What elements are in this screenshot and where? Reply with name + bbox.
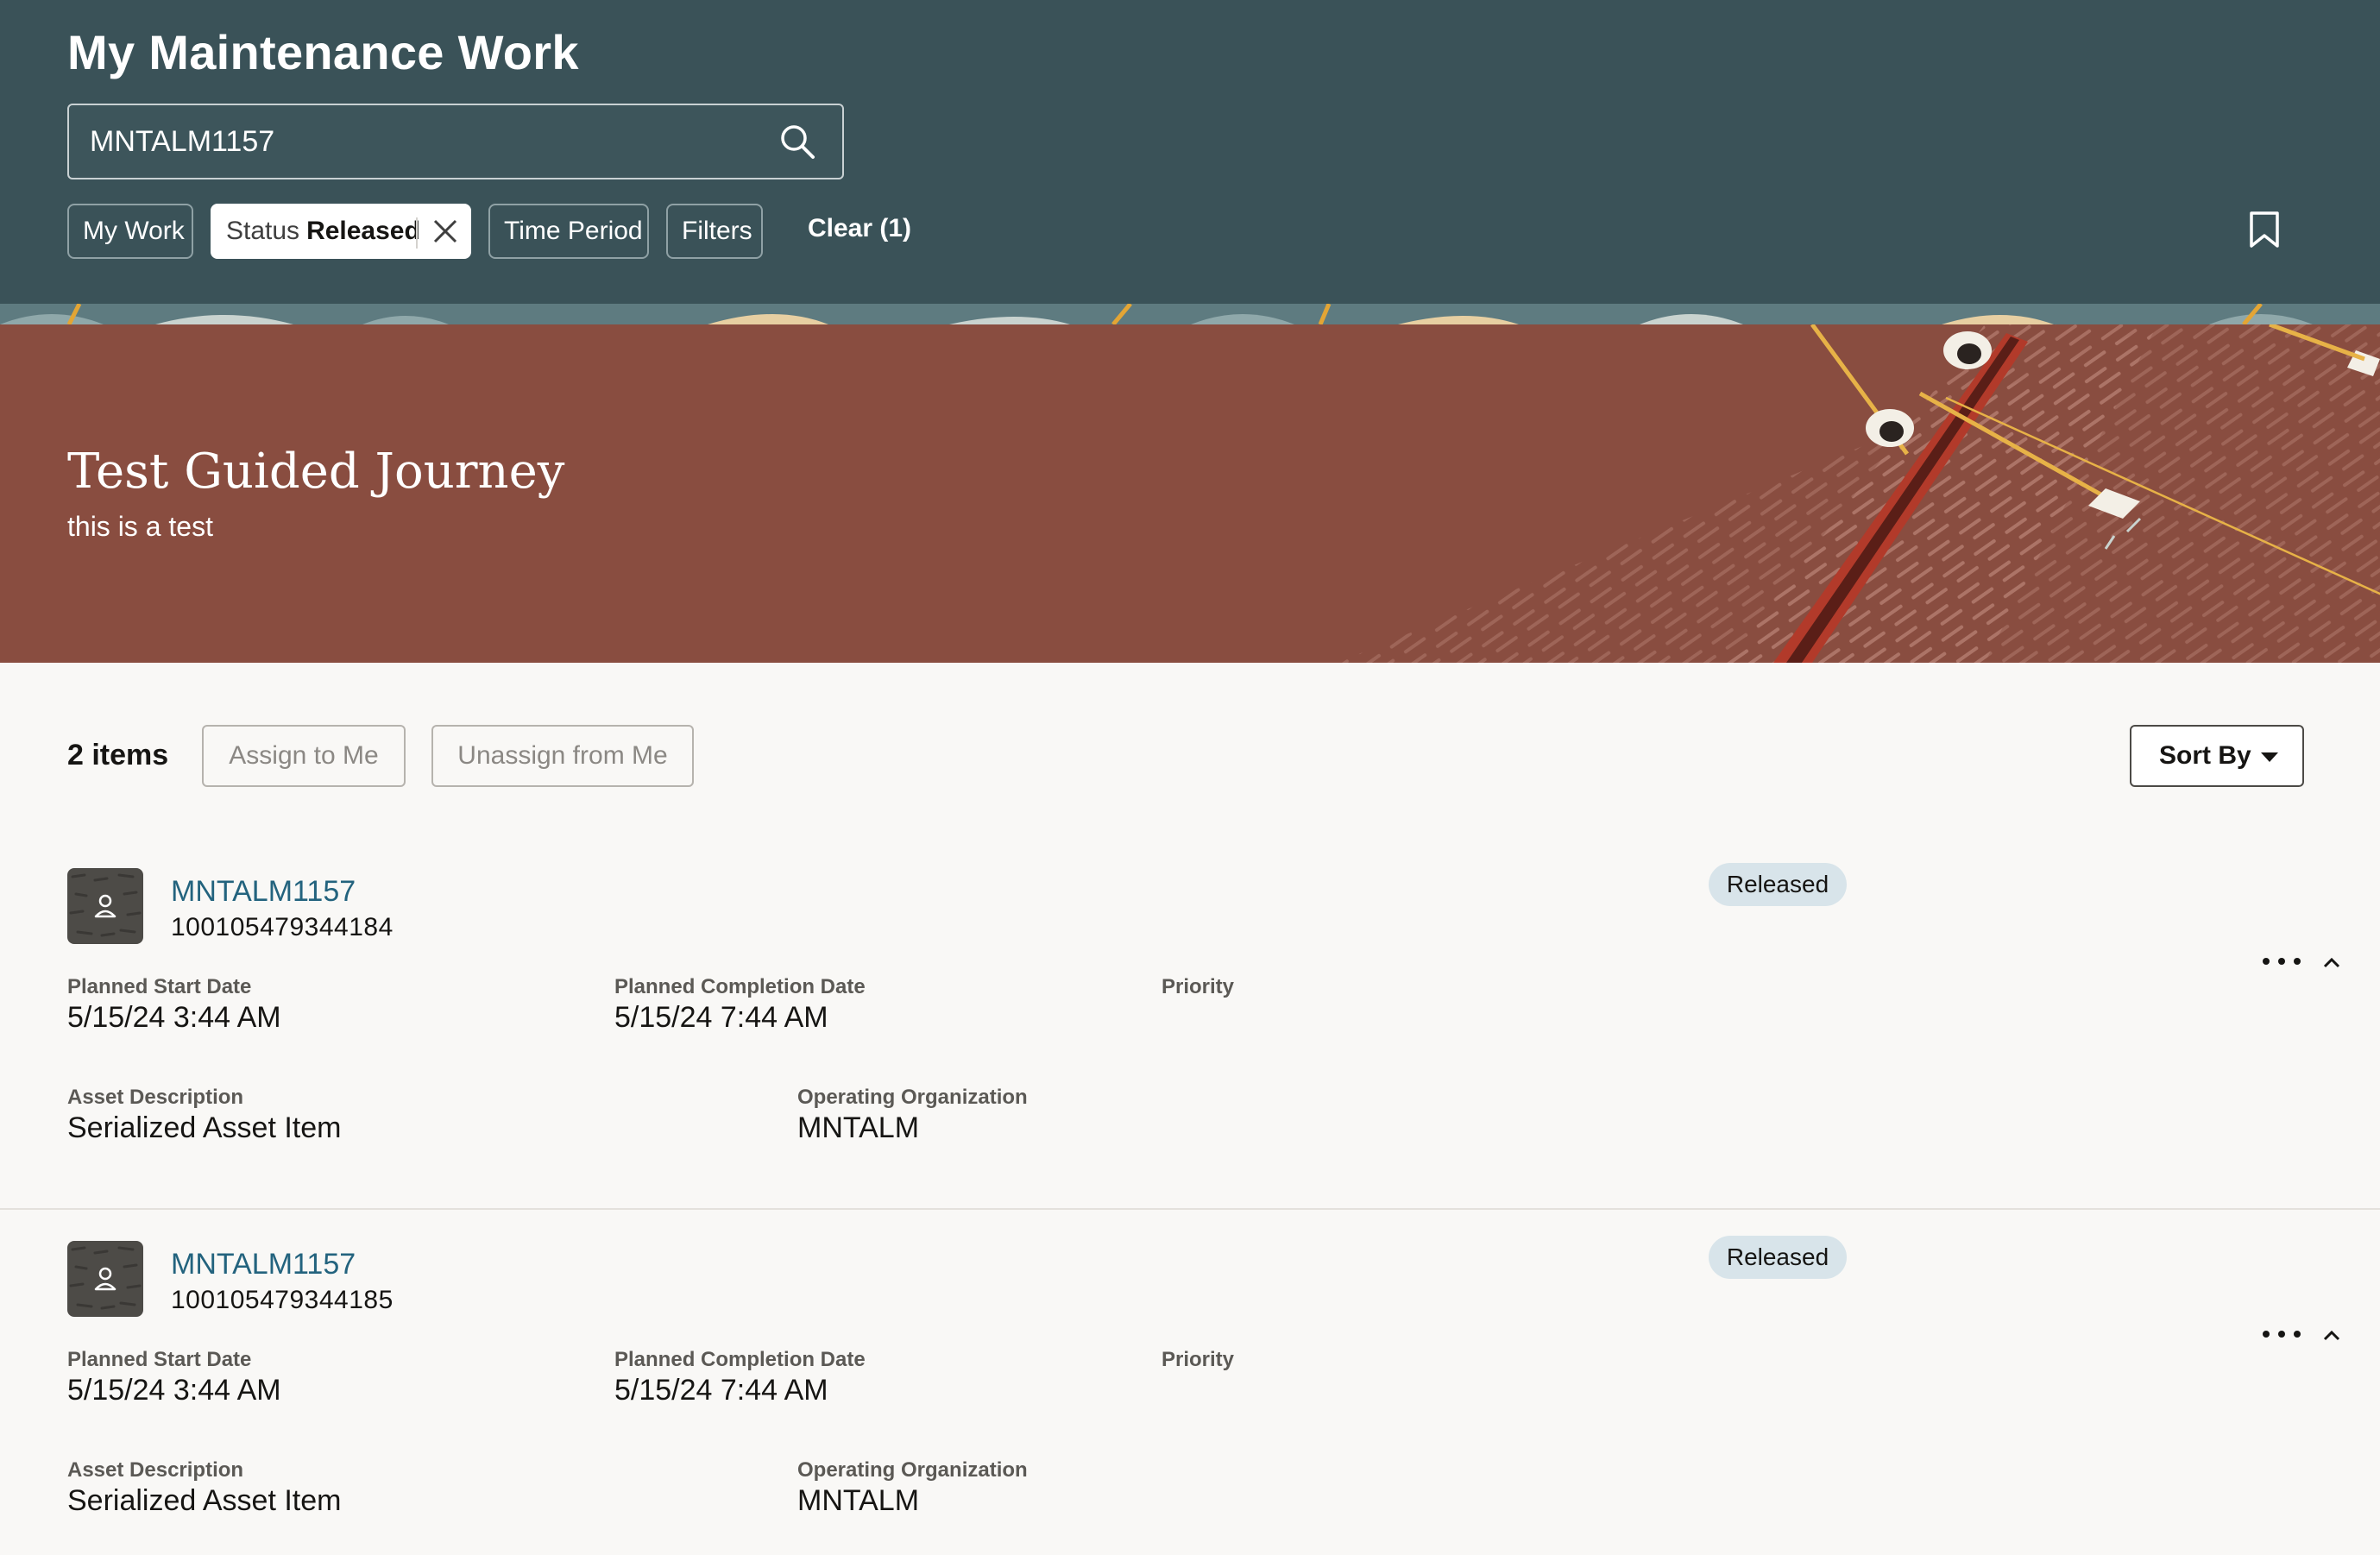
person-icon	[94, 894, 116, 918]
search-input[interactable]	[90, 105, 763, 178]
planned-start-value: 5/15/24 3:44 AM	[67, 1001, 281, 1034]
chevron-up-icon[interactable]	[2321, 1329, 2342, 1343]
caret-down-icon	[2261, 752, 2278, 762]
sort-by-button[interactable]: Sort By	[2130, 725, 2304, 787]
filters-chip[interactable]: Filters	[666, 204, 763, 259]
chip-divider	[416, 217, 418, 249]
rowing-illustration	[1338, 324, 2380, 663]
planned-completion-value: 5/15/24 7:44 AM	[614, 1374, 828, 1407]
work-order-link[interactable]: MNTALM1157	[171, 1248, 356, 1281]
chevron-up-icon[interactable]	[2321, 956, 2342, 970]
banner-subtitle: this is a test	[67, 511, 213, 542]
assign-to-me-button[interactable]: Assign to Me	[202, 725, 406, 787]
priority-label: Priority	[1162, 975, 1235, 998]
priority-label: Priority	[1162, 1348, 1235, 1371]
time-period-chip[interactable]: Time Period	[488, 204, 649, 259]
filters-label: Filters	[682, 217, 752, 245]
status-badge: Released	[1709, 863, 1847, 906]
time-period-label: Time Period	[504, 217, 643, 245]
status-badge: Released	[1709, 1236, 1847, 1279]
planned-completion-label: Planned Completion Date	[614, 1348, 866, 1371]
status-filter-value: Released	[306, 217, 420, 245]
operating-org-value: MNTALM	[797, 1484, 920, 1517]
search-box[interactable]	[67, 104, 844, 179]
work-order-link[interactable]: MNTALM1157	[171, 875, 356, 909]
work-order-card[interactable]: MNTALM1157 100105479344184 Released Plan…	[0, 837, 2380, 1208]
clear-filters-button[interactable]: Clear (1)	[808, 214, 911, 243]
my-work-chip[interactable]: My Work	[67, 204, 193, 259]
status-filter-chip[interactable]: Status Released	[211, 204, 471, 259]
asset-description-value: Serialized Asset Item	[67, 1484, 342, 1517]
header: My Maintenance Work My Work Status Relea…	[0, 0, 2380, 304]
person-icon	[94, 1267, 116, 1291]
bookmark-icon[interactable]	[2247, 211, 2282, 249]
unassign-from-me-button[interactable]: Unassign from Me	[431, 725, 694, 787]
close-icon[interactable]	[430, 216, 461, 247]
work-order-number: 100105479344184	[171, 913, 394, 941]
sort-by-label: Sort By	[2159, 741, 2251, 770]
planned-start-label: Planned Start Date	[67, 975, 252, 998]
avatar	[67, 1241, 143, 1317]
decorative-pattern	[0, 304, 2380, 324]
status-filter-key: Status	[226, 217, 300, 245]
planned-start-label: Planned Start Date	[67, 1348, 252, 1371]
banner-title: Test Guided Journey	[67, 444, 565, 500]
items-count: 2 items	[67, 739, 169, 771]
page: My Maintenance Work My Work Status Relea…	[0, 0, 2380, 1555]
more-options-icon[interactable]	[2261, 1327, 2302, 1341]
more-options-icon[interactable]	[2261, 954, 2302, 968]
operating-org-label: Operating Organization	[797, 1086, 1028, 1109]
operating-org-value: MNTALM	[797, 1111, 920, 1144]
search-icon[interactable]	[778, 123, 816, 161]
work-order-card[interactable]: MNTALM1157 100105479344185 Released Plan…	[0, 1208, 2380, 1555]
planned-completion-value: 5/15/24 7:44 AM	[614, 1001, 828, 1034]
asset-description-label: Asset Description	[67, 1458, 244, 1482]
guided-journey-banner: Test Guided Journey this is a test	[0, 324, 2380, 663]
asset-description-value: Serialized Asset Item	[67, 1111, 342, 1144]
avatar	[67, 868, 143, 944]
asset-description-label: Asset Description	[67, 1086, 244, 1109]
page-title: My Maintenance Work	[67, 25, 579, 79]
operating-org-label: Operating Organization	[797, 1458, 1028, 1482]
planned-completion-label: Planned Completion Date	[614, 975, 866, 998]
planned-start-value: 5/15/24 3:44 AM	[67, 1374, 281, 1407]
my-work-label: My Work	[83, 217, 185, 245]
work-order-number: 100105479344185	[171, 1286, 394, 1314]
